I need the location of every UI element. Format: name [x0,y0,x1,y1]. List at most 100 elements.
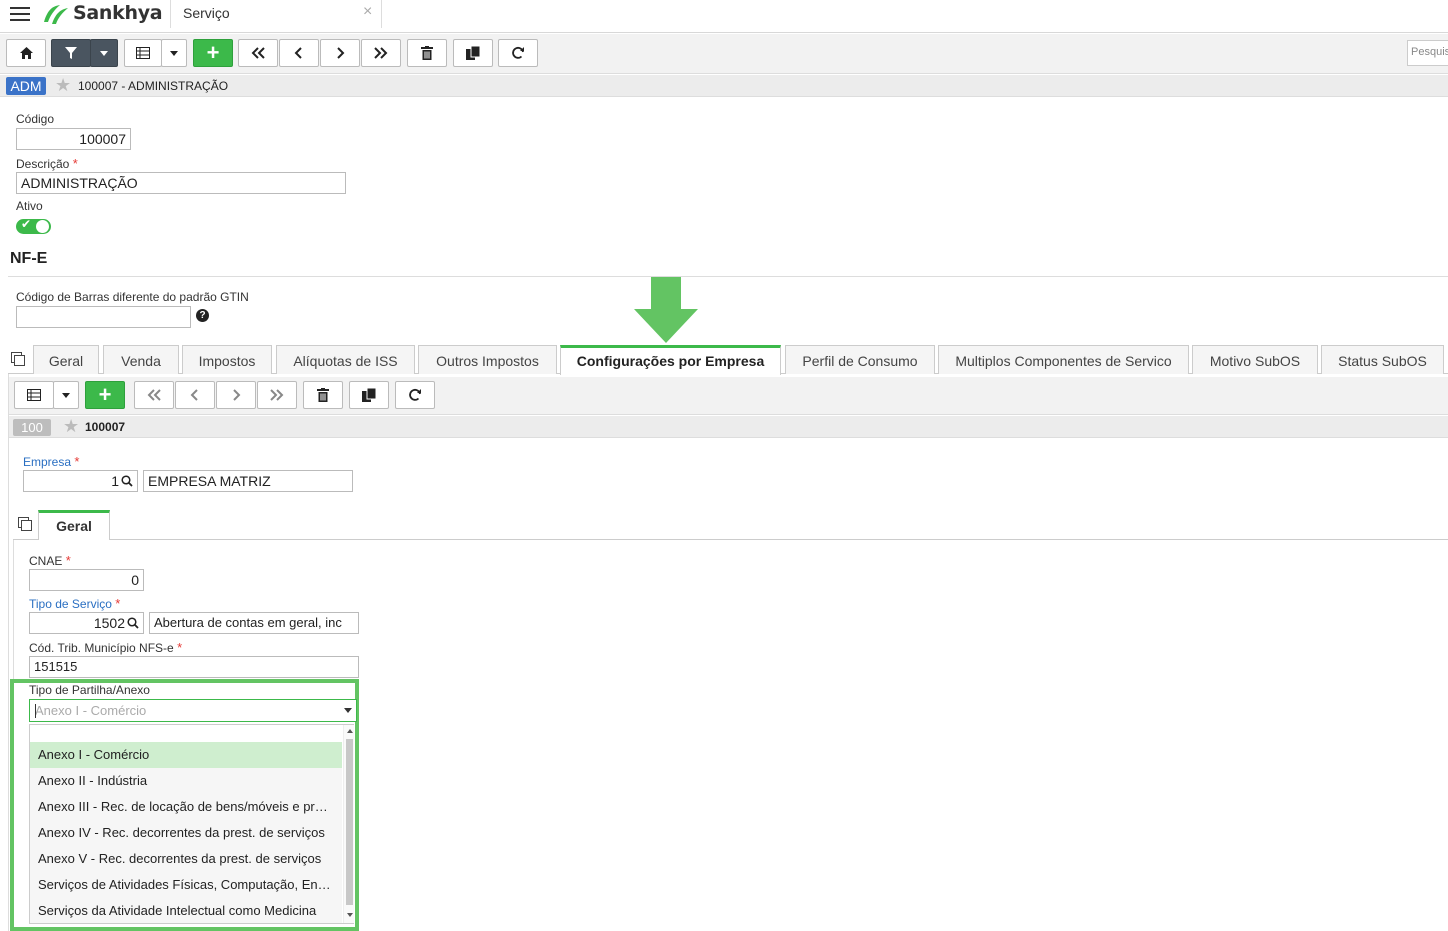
caret-down-icon[interactable] [344,708,352,713]
inner-refresh-button[interactable] [395,381,435,409]
brand-name: Sankhya [73,2,163,24]
trash-icon [421,46,433,60]
required-mark: * [65,553,71,568]
inner-toolbar: + [9,377,1448,415]
tipo-servico-desc-input[interactable]: Abertura de contas em geral, inc [149,612,359,634]
inner-next-record-button[interactable] [216,381,256,409]
search-input[interactable]: Pesquis [1407,40,1448,66]
required-mark: * [72,156,78,171]
gtin-label: Código de Barras diferente do padrão GTI… [16,290,249,304]
dropdown-option[interactable]: Anexo I - Comércio [30,742,342,768]
next-record-button[interactable] [320,39,360,67]
toggle-knob [36,220,49,233]
inner-delete-button[interactable] [303,381,343,409]
home-button[interactable] [6,39,46,67]
filter-dropdown-button[interactable] [90,39,118,67]
favorite-star-icon[interactable]: ★ [63,416,79,437]
refresh-icon [409,388,421,401]
expand-tabs-icon[interactable] [11,352,25,366]
module-badge: ADM [6,77,46,95]
grid-icon [136,47,150,59]
subtab-geral[interactable]: Geral [38,510,110,540]
view-dropdown-button[interactable] [161,39,187,67]
hamburger-menu-icon[interactable] [10,7,30,23]
codigo-input[interactable]: 100007 [16,128,131,150]
tab-venda[interactable]: Venda [103,345,179,374]
first-record-button[interactable] [238,39,278,67]
inner-add-button[interactable]: + [85,381,125,409]
filter-button[interactable] [51,39,91,67]
inner-breadcrumb: 100 ★ 100007 [9,416,1448,438]
expand-subtabs-icon[interactable] [18,517,32,531]
refresh-button[interactable] [498,39,538,67]
tab-perfil-consumo[interactable]: Perfil de Consumo [785,345,935,374]
empresa-label[interactable]: Empresa * [23,454,79,469]
text-cursor [35,704,36,718]
empresa-name-input[interactable]: EMPRESA MATRIZ [143,470,353,492]
inner-view-dropdown-button[interactable] [53,381,79,409]
search-icon[interactable] [121,475,133,487]
plus-icon: + [98,382,112,407]
grid-view-button[interactable] [124,39,162,67]
sankhya-logo-icon [44,5,68,24]
section-divider [8,276,1448,277]
favorite-star-icon[interactable]: ★ [55,75,71,96]
required-mark: * [74,454,80,469]
search-icon[interactable] [127,617,139,629]
cnae-input[interactable]: 0 [29,569,144,591]
help-icon[interactable]: ? [196,309,209,322]
refresh-icon [512,46,524,59]
grid-icon [27,389,41,401]
inner-first-record-button[interactable] [134,381,174,409]
scroll-up-icon[interactable] [347,729,353,733]
inner-last-record-button[interactable] [257,381,297,409]
duplicate-button[interactable] [453,39,493,67]
scroll-down-icon[interactable] [347,913,353,917]
tab-impostos[interactable]: Impostos [182,345,272,374]
tab-geral[interactable]: Geral [33,345,99,374]
tab-servico[interactable]: Serviço × [170,0,382,28]
ativo-toggle[interactable]: ✔ [16,217,51,234]
double-chevron-left-icon [147,389,161,401]
dropdown-option[interactable]: Serviços de Atividades Físicas, Computaç… [30,872,342,898]
inner-grid-view-button[interactable] [14,381,54,409]
tipo-servico-code-input[interactable]: 1502 [29,612,144,634]
copy-icon [362,388,376,402]
inner-previous-record-button[interactable] [175,381,215,409]
tab-outros-impostos[interactable]: Outros Impostos [418,345,557,374]
empresa-code-input[interactable]: 1 [23,470,138,492]
descricao-label: Descrição * [16,156,78,171]
tab-motivo-subos[interactable]: Motivo SubOS [1192,345,1318,374]
tipo-servico-label[interactable]: Tipo de Serviço * [29,596,120,611]
annotation-arrow-icon [634,277,698,343]
last-record-button[interactable] [361,39,401,67]
chevron-down-icon [100,50,108,56]
cod-trib-input[interactable]: 151515 [29,656,359,678]
scrollbar-thumb[interactable] [346,739,353,905]
dropdown-option[interactable]: Anexo IV - Rec. decorrentes da prest. de… [30,820,342,846]
dropdown-option[interactable]: Anexo V - Rec. decorrentes da prest. de … [30,846,342,872]
copy-icon [466,46,480,60]
nfe-section-title: NF-E [10,250,48,267]
close-icon[interactable]: × [363,3,372,21]
partilha-select[interactable]: Anexo I - Comércio [29,699,357,722]
tab-status-subos[interactable]: Status SubOS [1321,345,1444,374]
previous-record-button[interactable] [279,39,319,67]
tab-multiplos-componentes[interactable]: Multiplos Componentes de Servico [938,345,1189,374]
gtin-input[interactable] [16,306,191,328]
delete-button[interactable] [407,39,447,67]
tab-servico-label: Serviço [183,5,230,21]
required-mark: * [177,640,183,655]
dropdown-option[interactable]: Anexo II - Indústria [30,768,342,794]
home-icon [19,47,33,59]
main-toolbar: + Pesquis [0,34,1448,74]
dropdown-option[interactable]: Anexo III - Rec. de locação de bens/móve… [30,794,342,820]
tab-configuracoes-empresa[interactable]: Configurações por Empresa [560,345,781,375]
tab-aliquotas-iss[interactable]: Alíquotas de ISS [276,345,415,374]
dropdown-scrollbar[interactable] [343,725,354,923]
descricao-input[interactable]: ADMINISTRAÇÃO [16,172,346,194]
add-button[interactable]: + [193,39,233,67]
inner-duplicate-button[interactable] [349,381,389,409]
breadcrumb-text: 100007 - ADMINISTRAÇÃO [78,79,229,93]
dropdown-option[interactable]: Serviços da Atividade Intelectual como M… [30,898,342,923]
